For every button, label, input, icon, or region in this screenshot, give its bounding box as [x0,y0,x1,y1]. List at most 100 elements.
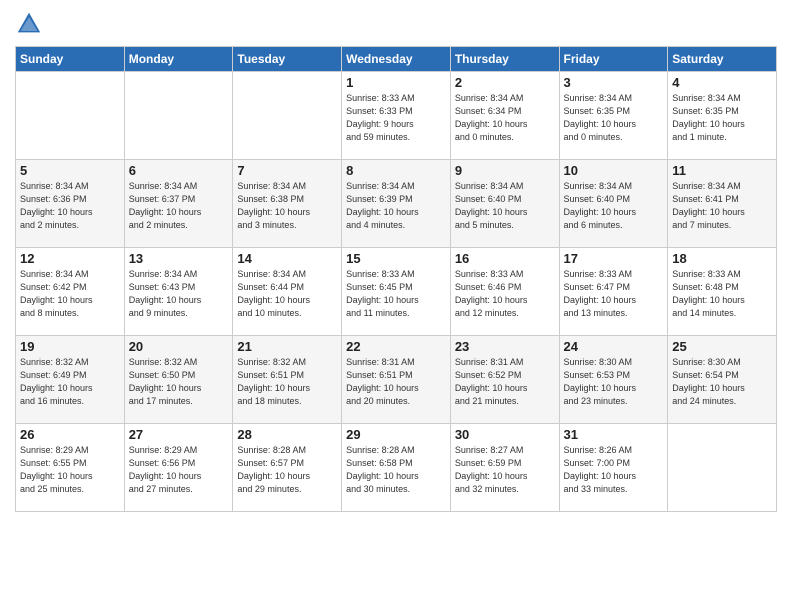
day-cell: 30 Sunrise: 8:27 AM Sunset: 6:59 PM Dayli… [450,424,559,512]
day-info: Sunrise: 8:33 AM Sunset: 6:33 PM Dayligh… [346,92,446,144]
day-cell: 9 Sunrise: 8:34 AM Sunset: 6:40 PM Daylig… [450,160,559,248]
day-info: Sunrise: 8:32 AM Sunset: 6:50 PM Dayligh… [129,356,229,408]
logo [15,10,45,38]
header [15,10,777,38]
day-cell: 19 Sunrise: 8:32 AM Sunset: 6:49 PM Dayli… [16,336,125,424]
day-cell: 1 Sunrise: 8:33 AM Sunset: 6:33 PM Daylig… [342,72,451,160]
day-number: 23 [455,339,555,354]
day-number: 13 [129,251,229,266]
day-header-tuesday: Tuesday [233,47,342,72]
day-info: Sunrise: 8:34 AM Sunset: 6:40 PM Dayligh… [564,180,664,232]
day-number: 30 [455,427,555,442]
day-info: Sunrise: 8:34 AM Sunset: 6:35 PM Dayligh… [672,92,772,144]
day-cell: 15 Sunrise: 8:33 AM Sunset: 6:45 PM Dayli… [342,248,451,336]
day-info: Sunrise: 8:34 AM Sunset: 6:44 PM Dayligh… [237,268,337,320]
day-cell [668,424,777,512]
page: SundayMondayTuesdayWednesdayThursdayFrid… [0,0,792,612]
day-header-thursday: Thursday [450,47,559,72]
day-cell: 7 Sunrise: 8:34 AM Sunset: 6:38 PM Daylig… [233,160,342,248]
calendar: SundayMondayTuesdayWednesdayThursdayFrid… [15,46,777,512]
day-number: 20 [129,339,229,354]
day-cell: 21 Sunrise: 8:32 AM Sunset: 6:51 PM Dayli… [233,336,342,424]
day-info: Sunrise: 8:28 AM Sunset: 6:57 PM Dayligh… [237,444,337,496]
week-row-1: 5Sunrise: 8:34 AM Sunset: 6:36 PM Daylig… [16,160,777,248]
day-header-saturday: Saturday [668,47,777,72]
day-cell: 5Sunrise: 8:34 AM Sunset: 6:36 PM Daylig… [16,160,125,248]
day-number: 4 [672,75,772,90]
day-cell: 14Sunrise: 8:34 AM Sunset: 6:44 PM Dayli… [233,248,342,336]
day-number: 16 [455,251,555,266]
day-cell: 10 Sunrise: 8:34 AM Sunset: 6:40 PM Dayli… [559,160,668,248]
day-number: 25 [672,339,772,354]
day-info: Sunrise: 8:34 AM Sunset: 6:35 PM Dayligh… [564,92,664,144]
day-info: Sunrise: 8:32 AM Sunset: 6:49 PM Dayligh… [20,356,120,408]
day-header-wednesday: Wednesday [342,47,451,72]
day-info: Sunrise: 8:31 AM Sunset: 6:51 PM Dayligh… [346,356,446,408]
day-number: 7 [237,163,337,178]
day-number: 19 [20,339,120,354]
day-info: Sunrise: 8:32 AM Sunset: 6:51 PM Dayligh… [237,356,337,408]
day-cell: 25 Sunrise: 8:30 AM Sunset: 6:54 PM Dayli… [668,336,777,424]
day-info: Sunrise: 8:28 AM Sunset: 6:58 PM Dayligh… [346,444,446,496]
day-info: Sunrise: 8:33 AM Sunset: 6:48 PM Dayligh… [672,268,772,320]
day-info: Sunrise: 8:34 AM Sunset: 6:40 PM Dayligh… [455,180,555,232]
day-info: Sunrise: 8:34 AM Sunset: 6:37 PM Dayligh… [129,180,229,232]
day-number: 3 [564,75,664,90]
day-header-monday: Monday [124,47,233,72]
day-number: 29 [346,427,446,442]
day-number: 2 [455,75,555,90]
day-number: 10 [564,163,664,178]
day-number: 24 [564,339,664,354]
day-header-sunday: Sunday [16,47,125,72]
day-cell: 22 Sunrise: 8:31 AM Sunset: 6:51 PM Dayli… [342,336,451,424]
day-number: 22 [346,339,446,354]
day-number: 31 [564,427,664,442]
day-cell: 26 Sunrise: 8:29 AM Sunset: 6:55 PM Dayli… [16,424,125,512]
day-number: 12 [20,251,120,266]
day-cell: 4 Sunrise: 8:34 AM Sunset: 6:35 PM Daylig… [668,72,777,160]
day-number: 28 [237,427,337,442]
day-cell: 31 Sunrise: 8:26 AM Sunset: 7:00 PM Dayli… [559,424,668,512]
day-info: Sunrise: 8:33 AM Sunset: 6:45 PM Dayligh… [346,268,446,320]
day-info: Sunrise: 8:34 AM Sunset: 6:43 PM Dayligh… [129,268,229,320]
week-row-2: 12 Sunrise: 8:34 AM Sunset: 6:42 PM Dayli… [16,248,777,336]
day-cell: 28 Sunrise: 8:28 AM Sunset: 6:57 PM Dayli… [233,424,342,512]
day-info: Sunrise: 8:34 AM Sunset: 6:39 PM Dayligh… [346,180,446,232]
day-info: Sunrise: 8:29 AM Sunset: 6:56 PM Dayligh… [129,444,229,496]
day-number: 18 [672,251,772,266]
day-cell [124,72,233,160]
day-cell: 12 Sunrise: 8:34 AM Sunset: 6:42 PM Dayli… [16,248,125,336]
day-cell: 29 Sunrise: 8:28 AM Sunset: 6:58 PM Dayli… [342,424,451,512]
day-cell: 8 Sunrise: 8:34 AM Sunset: 6:39 PM Daylig… [342,160,451,248]
day-cell: 13 Sunrise: 8:34 AM Sunset: 6:43 PM Dayli… [124,248,233,336]
day-info: Sunrise: 8:33 AM Sunset: 6:46 PM Dayligh… [455,268,555,320]
day-info: Sunrise: 8:34 AM Sunset: 6:41 PM Dayligh… [672,180,772,232]
day-cell: 11 Sunrise: 8:34 AM Sunset: 6:41 PM Dayli… [668,160,777,248]
day-number: 5 [20,163,120,178]
day-number: 1 [346,75,446,90]
day-number: 15 [346,251,446,266]
day-number: 11 [672,163,772,178]
day-info: Sunrise: 8:26 AM Sunset: 7:00 PM Dayligh… [564,444,664,496]
day-info: Sunrise: 8:34 AM Sunset: 6:38 PM Dayligh… [237,180,337,232]
day-number: 26 [20,427,120,442]
day-number: 27 [129,427,229,442]
day-cell: 18 Sunrise: 8:33 AM Sunset: 6:48 PM Dayli… [668,248,777,336]
day-number: 21 [237,339,337,354]
day-cell: 6 Sunrise: 8:34 AM Sunset: 6:37 PM Daylig… [124,160,233,248]
day-info: Sunrise: 8:30 AM Sunset: 6:53 PM Dayligh… [564,356,664,408]
day-number: 8 [346,163,446,178]
day-info: Sunrise: 8:34 AM Sunset: 6:34 PM Dayligh… [455,92,555,144]
day-cell: 2 Sunrise: 8:34 AM Sunset: 6:34 PM Daylig… [450,72,559,160]
day-info: Sunrise: 8:27 AM Sunset: 6:59 PM Dayligh… [455,444,555,496]
day-info: Sunrise: 8:29 AM Sunset: 6:55 PM Dayligh… [20,444,120,496]
day-number: 6 [129,163,229,178]
day-cell: 17Sunrise: 8:33 AM Sunset: 6:47 PM Dayli… [559,248,668,336]
day-info: Sunrise: 8:34 AM Sunset: 6:42 PM Dayligh… [20,268,120,320]
day-headers-row: SundayMondayTuesdayWednesdayThursdayFrid… [16,47,777,72]
week-row-3: 19 Sunrise: 8:32 AM Sunset: 6:49 PM Dayli… [16,336,777,424]
week-row-0: 1 Sunrise: 8:33 AM Sunset: 6:33 PM Daylig… [16,72,777,160]
day-info: Sunrise: 8:30 AM Sunset: 6:54 PM Dayligh… [672,356,772,408]
day-number: 9 [455,163,555,178]
day-header-friday: Friday [559,47,668,72]
